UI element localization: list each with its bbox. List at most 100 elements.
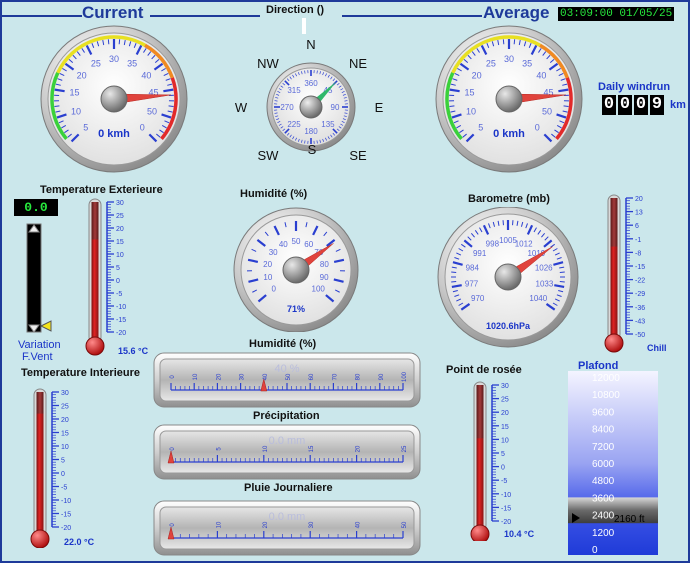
gauge-tick-label: 50 <box>542 106 552 116</box>
humidity-bar: 40 %0 10 20 30 40 50 60 70 80 90 100 <box>153 352 421 408</box>
compass-degree-label: 135 <box>321 120 335 129</box>
bar-readout: 0.0 mm <box>269 511 306 523</box>
bar-tick-label: 100 <box>402 371 408 382</box>
bar-tick-label: 10 <box>193 373 199 380</box>
compass-point-label: N <box>306 37 315 52</box>
ceiling-readout: 2160 ft <box>614 514 645 525</box>
header-rule-left <box>2 15 82 17</box>
thermometer-scale-label: 20 <box>116 226 124 233</box>
compass-degree-label: 315 <box>287 86 301 95</box>
thermometer-scale-label: -10 <box>61 498 71 505</box>
thermometer-bulb <box>85 336 105 356</box>
temp-int-thermometer: 30 25 20 15 10 5 0 -5 -10 -15 -20 22.0 °C <box>30 388 95 548</box>
gauge-readout: 0 kmh <box>493 128 525 140</box>
thermometer-scale-label: 25 <box>61 404 69 411</box>
gauge-hub <box>100 85 128 113</box>
gauge-tick-label: 5 <box>478 122 483 132</box>
ceiling-scale-label: 3600 <box>592 493 615 504</box>
thermometer-readout: 22.0 °C <box>64 537 95 547</box>
gauge-tick-label: 0 <box>140 122 145 132</box>
temp-int-title: Temperature Interieure <box>21 367 141 379</box>
thermometer-readout: Chill <box>647 343 667 353</box>
bar-tick-label: 25 <box>402 445 408 452</box>
gauge-tick-label: 40 <box>279 240 288 249</box>
wind-direction-compass: 3604590135180225270315NNEESESSWWNW <box>235 37 384 162</box>
variation-bar <box>26 223 52 333</box>
bar-tick-label: 30 <box>309 521 315 528</box>
gauge-hub <box>282 256 310 284</box>
dew-point-title: Point de rosée <box>446 364 522 376</box>
gauge-tick-label: 30 <box>269 248 278 257</box>
thermometer-scale-label: 30 <box>501 383 509 390</box>
bar-tick-label: 10 <box>216 521 222 528</box>
direction-title: Direction () <box>266 4 325 16</box>
thermometer-scale-label: -15 <box>116 317 126 324</box>
temp-ext-thermometer: 30 25 20 15 10 5 0 -5 -10 -15 -20 15.6 °C <box>85 198 149 356</box>
timestamp-display: 03:09:00 01/05/25 <box>558 7 675 21</box>
gauge-tick-label: 5 <box>83 122 88 132</box>
thermometer-scale-label: -36 <box>635 305 645 312</box>
gauge-tick-label: 35 <box>127 58 137 68</box>
thermometer-mercury <box>91 239 99 346</box>
bar-tick-label: 60 <box>309 373 315 380</box>
bar-tick-label: 50 <box>286 373 292 380</box>
thermometer-scale-label: -10 <box>501 492 511 499</box>
gauge-tick-label: 25 <box>486 58 496 68</box>
thermometer-scale-label: -10 <box>116 304 126 311</box>
gauge-tick-label: 20 <box>472 70 482 80</box>
windrun-digit: 0 <box>602 95 616 115</box>
thermometer-readout: 15.6 °C <box>118 346 149 356</box>
ceiling-scale-label: 0 <box>592 545 598 556</box>
compass-degree-label: 225 <box>287 120 301 129</box>
ceiling-scale-label: 4800 <box>592 476 615 487</box>
thermometer-scale-label: 20 <box>61 417 69 424</box>
gauge-tick-label: 10 <box>466 106 476 116</box>
thermometer-scale-label: -15 <box>61 512 71 519</box>
bar-tick-label: 15 <box>309 445 315 452</box>
direction-marker <box>302 18 306 34</box>
thermometer-scale-label: 5 <box>116 265 120 272</box>
temp-ext-title: Temperature Exterieure <box>40 184 163 196</box>
dew-point-thermometer: 30 25 20 15 10 5 0 -5 -10 -15 -20 10.4 °C <box>470 381 535 541</box>
compass-degree-label: 270 <box>280 103 294 112</box>
gauge-readout: 71% <box>287 304 305 314</box>
gauge-minor-tick <box>563 105 569 108</box>
windrun-digit: 0 <box>634 95 648 115</box>
gauge-tick-label: 80 <box>320 260 329 269</box>
gauge-tick-label: 977 <box>465 279 479 288</box>
gauge-tick-label: 10 <box>71 106 81 116</box>
ceiling-scale-label: 7200 <box>592 442 615 453</box>
gauge-tick-label: 40 <box>141 70 151 80</box>
thermometer-scale-label: 5 <box>61 458 65 465</box>
bar-readout: 0.0 mm <box>269 435 306 447</box>
gauge-tick-label: 1012 <box>515 239 533 248</box>
thermometer-mercury <box>476 438 484 534</box>
compass-degree-label: 90 <box>331 103 340 112</box>
bar-tick-label: 50 <box>402 521 408 528</box>
variation-sub-label: F.Vent <box>22 351 53 363</box>
thermometer-scale-label: -5 <box>61 485 67 492</box>
gauge-tick-label: 1040 <box>529 294 547 303</box>
ceiling-scale-label: 9600 <box>592 407 615 418</box>
gauge-readout: 0 kmh <box>98 128 130 140</box>
windrun-digit: 9 <box>650 95 664 115</box>
gauge-major-tick <box>449 88 460 93</box>
gauge-readout: 1020.6hPa <box>486 321 531 331</box>
thermometer-scale-label: 6 <box>635 223 639 230</box>
thermometer-scale-label: 0 <box>116 278 120 285</box>
thermometer-scale-label: 0 <box>501 465 505 472</box>
gauge-tick-label: 10 <box>263 273 272 282</box>
thermometer-scale-label: -1 <box>635 237 641 244</box>
bar-tick-label: 40 <box>356 521 362 528</box>
gauge-tick-label: 998 <box>486 239 500 248</box>
gauge-minor-tick <box>168 105 174 108</box>
thermometer-scale-label: -50 <box>635 332 645 339</box>
gauge-tick-label: 1033 <box>536 279 554 288</box>
compass-degree-label: 180 <box>304 127 318 136</box>
thermometer-scale-label: 0 <box>61 471 65 478</box>
current-title: Current <box>82 3 144 22</box>
bar-tick-label: 20 <box>216 373 222 380</box>
gauge-tick-label: 100 <box>312 285 326 294</box>
gauge-major-tick <box>163 88 174 93</box>
gauge-major-tick <box>54 88 65 93</box>
